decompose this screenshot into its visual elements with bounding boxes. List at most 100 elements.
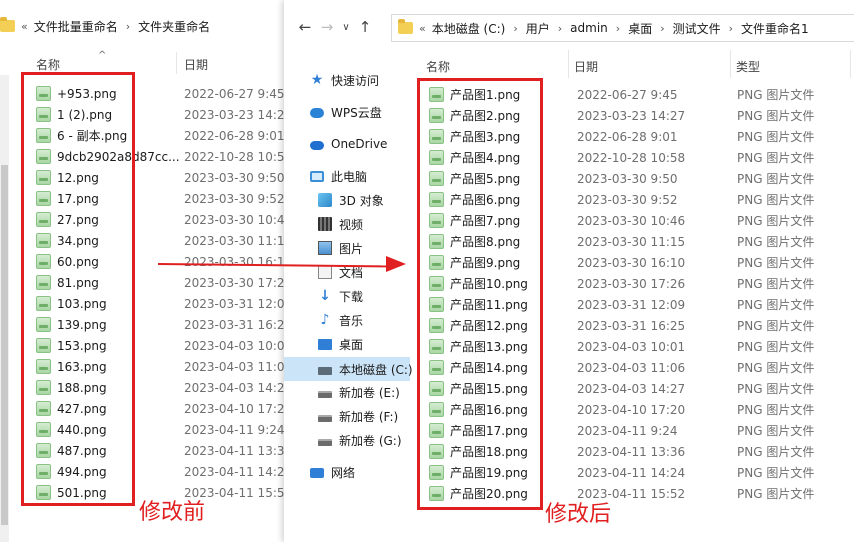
- 3d-objects-icon: [318, 193, 332, 207]
- file-date: 2023-03-30 10:46: [184, 212, 290, 227]
- sort-ascending-icon: ^: [98, 50, 107, 61]
- breadcrumb-overflow-icon[interactable]: «: [21, 20, 28, 33]
- file-type: PNG 图片文件: [737, 382, 815, 396]
- nav-item-label: 新加卷 (G:): [339, 433, 402, 448]
- nav-item-label: 新加卷 (F:): [339, 409, 399, 424]
- file-date: 2022-06-27 9:45: [184, 86, 285, 101]
- nav-item-label: 快速访问: [331, 73, 380, 88]
- breadcrumb-separator-icon[interactable]: ›: [513, 22, 517, 35]
- file-date: 2023-03-30 9:50: [577, 171, 678, 186]
- before-highlight-box: [21, 72, 135, 506]
- file-type: PNG 图片文件: [737, 88, 815, 102]
- nav-item[interactable]: 新加卷 (G:): [284, 428, 410, 452]
- nav-item-label: WPS云盘: [331, 105, 382, 120]
- column-header-date[interactable]: 日期: [184, 56, 208, 73]
- breadcrumb-separator-icon[interactable]: ›: [616, 22, 620, 35]
- breadcrumb-item[interactable]: 本地磁盘 (C:): [432, 20, 506, 37]
- document-icon: [318, 265, 332, 279]
- folder-icon: [398, 19, 413, 34]
- navigation-buttons: ← → ∨ ↑: [294, 17, 376, 37]
- file-date: 2023-03-30 11:15: [577, 234, 686, 249]
- file-date: 2023-03-30 9:52: [184, 191, 285, 206]
- file-type: PNG 图片文件: [737, 277, 815, 291]
- file-date: 2023-03-30 17:26: [577, 276, 686, 291]
- nav-item[interactable]: 视频: [284, 212, 410, 236]
- file-date: 2023-03-31 16:25: [577, 318, 686, 333]
- file-type: PNG 图片文件: [737, 424, 815, 438]
- nav-item[interactable]: 新加卷 (E:): [284, 380, 410, 404]
- file-date: 2023-03-31 16:25: [184, 317, 290, 332]
- breadcrumb-separator-icon[interactable]: ›: [126, 20, 130, 33]
- left-scrollbar[interactable]: [0, 75, 9, 542]
- file-date: 2023-04-11 14:24: [577, 465, 686, 480]
- scrollbar-thumb[interactable]: [1, 165, 8, 525]
- left-address-bar[interactable]: « 文件批量重命名 › 文件夹重命名: [0, 12, 290, 40]
- file-type: PNG 图片文件: [737, 214, 815, 228]
- nav-item[interactable]: 网络: [284, 460, 410, 484]
- nav-item[interactable]: 本地磁盘 (C:): [284, 357, 413, 381]
- file-date: 2023-03-31 12:09: [577, 297, 686, 312]
- back-arrow-icon[interactable]: ←: [294, 18, 316, 36]
- breadcrumb-item[interactable]: 用户: [526, 20, 550, 37]
- file-date: 2023-03-30 16:10: [184, 254, 290, 269]
- file-date: 2023-03-23 14:27: [184, 107, 290, 122]
- nav-item-label: 音乐: [339, 313, 364, 328]
- breadcrumb-item[interactable]: 文件夹重命名: [138, 18, 210, 35]
- breadcrumb-item[interactable]: 文件批量重命名: [34, 18, 118, 35]
- up-arrow-icon[interactable]: ↑: [354, 18, 376, 36]
- file-type: PNG 图片文件: [737, 172, 815, 186]
- onedrive-icon: [310, 141, 324, 150]
- column-header-name[interactable]: 名称: [426, 58, 450, 75]
- file-date: 2023-04-11 9:24: [577, 423, 678, 438]
- breadcrumb-item[interactable]: 文件重命名1: [741, 20, 809, 37]
- column-header-name[interactable]: 名称: [36, 56, 60, 73]
- file-type: PNG 图片文件: [737, 319, 815, 333]
- file-date: 2023-04-03 14:27: [577, 381, 686, 396]
- breadcrumb-item[interactable]: admin: [570, 21, 608, 35]
- download-icon: ↓: [319, 288, 331, 304]
- file-date: 2023-03-23 14:27: [577, 108, 686, 123]
- nav-item[interactable]: WPS云盘: [284, 100, 410, 124]
- nav-item-label: 本地磁盘 (C:): [339, 362, 413, 377]
- breadcrumb-item[interactable]: 桌面: [628, 20, 652, 37]
- file-type: PNG 图片文件: [737, 445, 815, 459]
- breadcrumb-separator-icon[interactable]: ›: [729, 22, 733, 35]
- file-date: 2023-03-31 12:09: [184, 296, 290, 311]
- nav-item[interactable]: ♪ 音乐: [284, 308, 410, 332]
- file-date: 2022-10-28 10:58: [184, 149, 290, 164]
- nav-item[interactable]: OneDrive: [284, 132, 410, 156]
- file-type: PNG 图片文件: [737, 487, 815, 501]
- right-column-header: 名称 日期 类型: [412, 50, 854, 78]
- nav-item[interactable]: ★ 快速访问: [284, 68, 410, 92]
- nav-item-label: 桌面: [339, 337, 364, 352]
- column-divider[interactable]: [730, 50, 731, 78]
- breadcrumb-separator-icon[interactable]: ›: [660, 22, 664, 35]
- file-date: 2023-04-11 9:24: [184, 422, 285, 437]
- nav-item[interactable]: 此电脑: [284, 164, 410, 188]
- file-date: 2023-03-30 9:52: [577, 192, 678, 207]
- breadcrumb-item[interactable]: 测试文件: [673, 20, 721, 37]
- nav-item[interactable]: ↓ 下载: [284, 284, 410, 308]
- file-date: 2023-04-03 10:01: [577, 339, 686, 354]
- column-header-type[interactable]: 类型: [736, 58, 760, 75]
- recent-locations-chevron-icon[interactable]: ∨: [338, 22, 354, 33]
- column-divider[interactable]: [176, 52, 177, 74]
- column-header-date[interactable]: 日期: [574, 58, 598, 75]
- column-divider[interactable]: [850, 50, 851, 78]
- breadcrumb-overflow-icon[interactable]: «: [419, 22, 426, 35]
- right-address-bar[interactable]: « 本地磁盘 (C:) › 用户 › admin › 桌面 › 测试文件 › 文…: [391, 14, 854, 42]
- after-label: 修改后: [545, 502, 612, 527]
- nav-item-label: 网络: [331, 465, 356, 480]
- nav-item[interactable]: 新加卷 (F:): [284, 404, 410, 428]
- drive-icon: [318, 415, 332, 422]
- forward-arrow-icon[interactable]: →: [316, 18, 338, 36]
- nav-item[interactable]: 3D 对象: [284, 188, 410, 212]
- file-date: 2023-04-11 13:36: [184, 443, 290, 458]
- drive-icon: [318, 391, 332, 398]
- breadcrumb-separator-icon[interactable]: ›: [558, 22, 562, 35]
- column-divider[interactable]: [568, 50, 569, 78]
- file-type: PNG 图片文件: [737, 151, 815, 165]
- folder-icon: [0, 17, 15, 32]
- right-explorer-window: ← → ∨ ↑ « 本地磁盘 (C:) › 用户 › admin › 桌面 › …: [284, 0, 854, 542]
- nav-item[interactable]: 桌面: [284, 332, 410, 356]
